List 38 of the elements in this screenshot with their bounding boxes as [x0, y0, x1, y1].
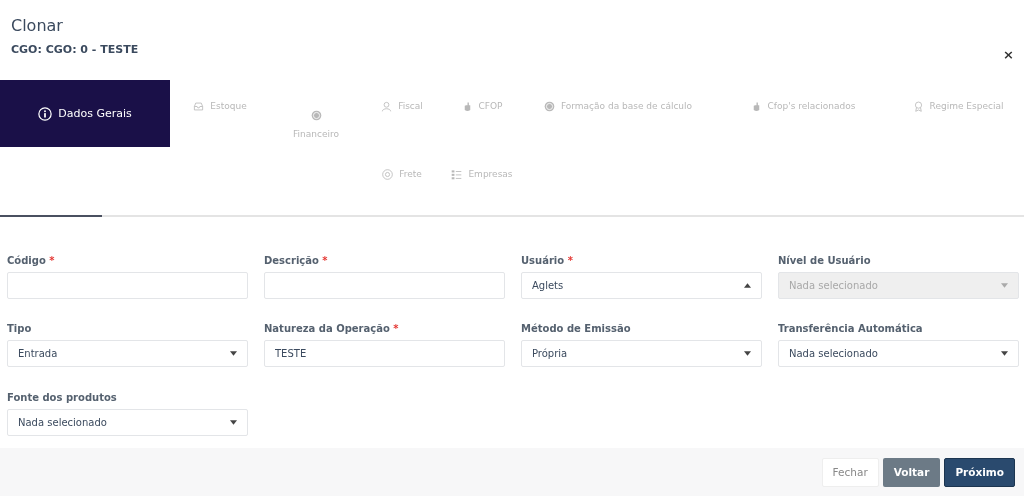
input-field[interactable]: TESTE: [264, 340, 505, 368]
caret-icon: [744, 283, 751, 288]
coin-icon: [310, 109, 322, 121]
field-label: Método de Emissão: [521, 323, 632, 335]
select-field[interactable]: Própria: [521, 340, 762, 368]
close-button[interactable]: Fechar: [821, 457, 879, 487]
medal-icon: [912, 101, 924, 112]
field-label: Natureza da Operação *: [264, 323, 400, 335]
caret-icon: [230, 419, 237, 425]
tab[interactable]: Dados Gerais: [0, 80, 170, 147]
caret-icon: [744, 351, 751, 357]
field-label: Código *: [7, 255, 56, 266]
coin-icon: [543, 101, 555, 112]
list-icon: [451, 169, 463, 180]
back-button[interactable]: Voltar: [882, 457, 941, 487]
caret-icon: [1001, 351, 1008, 357]
input-field[interactable]: [7, 272, 248, 299]
at-icon: [382, 169, 394, 180]
select-field[interactable]: Aglets: [521, 272, 762, 299]
field-label: Fonte dos produtos: [7, 391, 118, 403]
select-field[interactable]: Nada selecionado: [7, 408, 248, 436]
input-field[interactable]: [264, 272, 505, 299]
field-label: Transferência Automática: [778, 323, 924, 335]
modal-title: Clonar: [11, 16, 64, 35]
info-icon: [38, 106, 53, 121]
select-field[interactable]: Entrada: [7, 340, 248, 368]
modal-subtitle: CGO: CGO: 0 - TESTE: [11, 43, 139, 56]
tray-icon: [193, 101, 205, 112]
close-button[interactable]: ×: [1001, 44, 1016, 64]
field-label: Descrição *: [264, 255, 329, 266]
field-label: Nível de Usuário: [778, 255, 872, 266]
field-label: Tipo: [7, 323, 33, 335]
field-label: Usuário *: [521, 255, 574, 266]
next-button[interactable]: Próximo: [944, 457, 1015, 487]
user-icon: [381, 101, 393, 112]
select-field[interactable]: Nada selecionado: [778, 340, 1019, 368]
caret-icon: [230, 351, 237, 357]
caret-icon: [1001, 283, 1008, 288]
